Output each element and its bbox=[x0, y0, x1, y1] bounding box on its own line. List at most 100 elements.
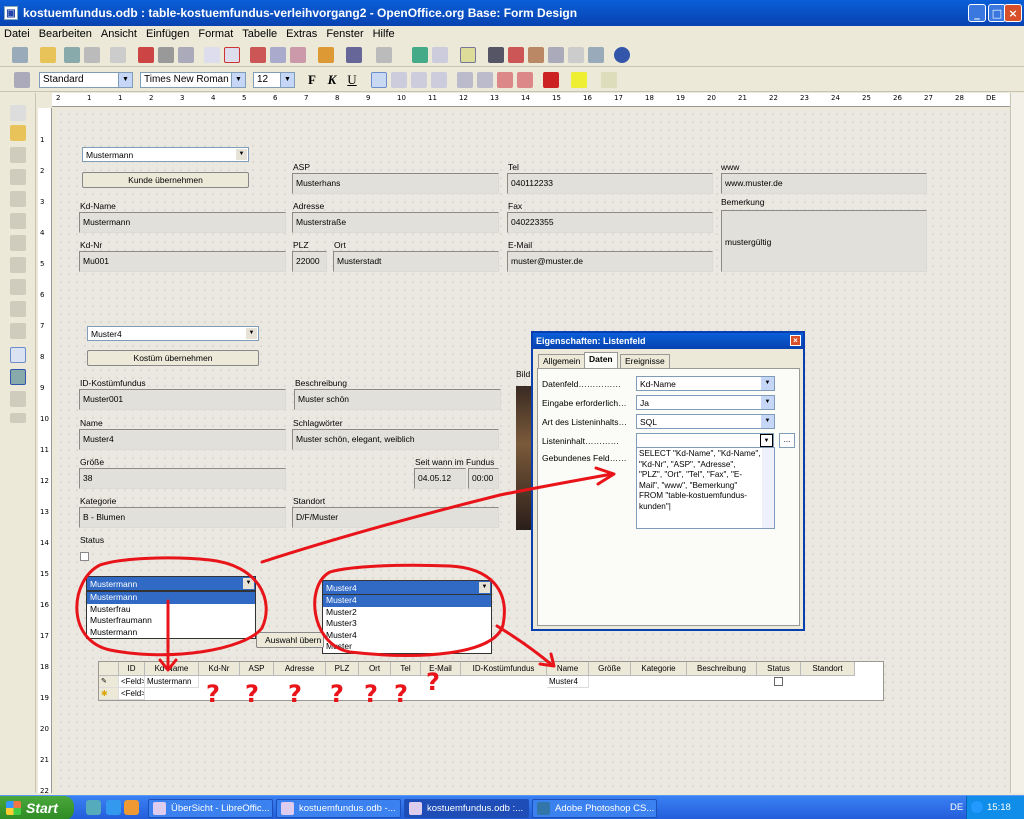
background-color-icon[interactable] bbox=[601, 72, 617, 88]
grid-header[interactable]: ID bbox=[119, 662, 145, 676]
taskbar-item-kostuemfundus-1[interactable]: kostuemfundus.odb -... bbox=[276, 799, 401, 818]
horizontal-ruler[interactable]: 2 1 1 2 3 4 5 6 7 8 9 10 11 12 13 14 15 16 17 18 19 20 21 22 23 2… bbox=[52, 93, 1012, 107]
draw-functions-icon[interactable] bbox=[460, 47, 476, 63]
schlagwoerter-field[interactable]: Muster schön, elegant, weiblich bbox=[292, 429, 499, 450]
grid-header[interactable]: Status bbox=[757, 662, 801, 676]
find-replace-icon[interactable] bbox=[488, 47, 504, 63]
vertical-ruler[interactable]: 1 2 3 4 5 6 7 8 9 10 11 12 13 14 15 16 17 18 19 20 21 22 bbox=[38, 108, 52, 793]
push-button-icon[interactable] bbox=[10, 235, 26, 251]
kunde-uebernehmen-button[interactable]: Kunde übernehmen bbox=[82, 172, 249, 188]
list-item[interactable]: Musterfraumann bbox=[87, 615, 255, 627]
sql-listeninhalt-textarea[interactable]: SELECT "Kd-Name", "Kd-Name", "Kd-Nr", "A… bbox=[636, 447, 775, 529]
menu-format[interactable]: Format bbox=[198, 28, 233, 40]
justify-icon[interactable] bbox=[431, 72, 447, 88]
quicklaunch-app-icon[interactable] bbox=[124, 800, 139, 815]
show-desktop-icon[interactable] bbox=[86, 800, 101, 815]
textarea-scrollbar[interactable] bbox=[762, 448, 774, 528]
table-cell[interactable]: Muster4 bbox=[547, 676, 589, 688]
help-icon[interactable] bbox=[614, 47, 630, 63]
name-field[interactable]: Muster4 bbox=[79, 429, 286, 450]
kostuem-listbox[interactable]: Muster4 ▼ bbox=[322, 580, 492, 595]
decrease-indent-icon[interactable] bbox=[497, 72, 513, 88]
tab-ereignisse[interactable]: Ereignisse bbox=[620, 354, 670, 368]
table-cell[interactable]: <Feld> bbox=[119, 676, 145, 688]
menu-ansicht[interactable]: Ansicht bbox=[101, 28, 137, 40]
status-cell-checkbox[interactable] bbox=[774, 677, 783, 686]
ort-field[interactable]: Musterstadt bbox=[333, 251, 499, 272]
status-checkbox[interactable] bbox=[80, 552, 89, 561]
font-color-icon[interactable] bbox=[543, 72, 559, 88]
print-icon[interactable] bbox=[158, 47, 174, 63]
kostuem-uebernehmen-button[interactable]: Kostüm übernehmen bbox=[87, 350, 259, 366]
table-cell[interactable]: <Feld> bbox=[119, 688, 145, 700]
redo-icon[interactable] bbox=[376, 47, 392, 63]
art-listeninhalt-select[interactable]: SQL ▼ bbox=[636, 414, 775, 429]
align-left-icon[interactable] bbox=[371, 72, 387, 88]
auswahl-uebernehmen-button[interactable]: Auswahl übern bbox=[256, 632, 324, 648]
grid-header[interactable]: ID-Kostümfundus bbox=[461, 662, 547, 676]
option-button-icon[interactable] bbox=[10, 257, 26, 273]
list-item[interactable]: Muster2 bbox=[323, 607, 491, 619]
gallery-icon[interactable] bbox=[528, 47, 544, 63]
kunde-listbox[interactable]: Mustermann ▼ bbox=[86, 576, 256, 591]
format-paintbrush-icon[interactable] bbox=[318, 47, 334, 63]
new-icon[interactable] bbox=[12, 47, 28, 63]
combo-box-icon[interactable] bbox=[10, 301, 26, 317]
font-name-select[interactable]: Times New Roman ▼ bbox=[140, 72, 246, 88]
taskbar-item-libreoffice[interactable]: ÜberSicht - LibreOffic... bbox=[148, 799, 273, 818]
text-box-icon[interactable] bbox=[10, 213, 26, 229]
tab-order-icon[interactable] bbox=[10, 391, 26, 407]
tab-allgemein[interactable]: Allgemein bbox=[538, 354, 586, 368]
grid-header[interactable]: Kd-Nr bbox=[199, 662, 240, 676]
grid-header[interactable]: Größe bbox=[589, 662, 631, 676]
bullets-icon[interactable] bbox=[477, 72, 493, 88]
paragraph-style-select[interactable]: Standard ▼ bbox=[39, 72, 133, 88]
hyperlink-icon[interactable] bbox=[412, 47, 428, 63]
asp-field[interactable]: Musterhans bbox=[292, 173, 499, 194]
edit-file-icon[interactable] bbox=[110, 47, 126, 63]
page-preview-icon[interactable] bbox=[178, 47, 194, 63]
table-icon[interactable] bbox=[432, 47, 448, 63]
www-field[interactable]: www.muster.de bbox=[721, 173, 927, 194]
paste-icon[interactable] bbox=[290, 47, 306, 63]
kostuem-select[interactable]: Muster4 ▼ bbox=[87, 326, 259, 341]
adresse-field[interactable]: Musterstraße bbox=[292, 212, 499, 233]
open-folder-icon[interactable] bbox=[40, 47, 56, 63]
font-size-select[interactable]: 12 ▼ bbox=[253, 72, 295, 88]
checkbox-icon[interactable] bbox=[10, 191, 26, 207]
id-kostuemfundus-field[interactable]: Muster001 bbox=[79, 389, 286, 410]
list-box-icon[interactable] bbox=[10, 279, 26, 295]
list-item[interactable]: Muster bbox=[323, 641, 491, 653]
tab-daten[interactable]: Daten bbox=[584, 352, 618, 368]
export-pdf-icon[interactable] bbox=[138, 47, 154, 63]
select-pointer-icon[interactable] bbox=[10, 105, 26, 121]
language-indicator[interactable]: DE bbox=[950, 802, 963, 813]
list-item[interactable]: Muster4 bbox=[323, 595, 491, 607]
styles-icon[interactable] bbox=[14, 72, 30, 88]
menu-hilfe[interactable]: Hilfe bbox=[373, 28, 395, 40]
email-field[interactable]: muster@muster.de bbox=[507, 251, 713, 272]
data-sources-icon[interactable] bbox=[548, 47, 564, 63]
groesse-field[interactable]: 38 bbox=[79, 468, 286, 489]
listeninhalt-select[interactable]: ▼ bbox=[636, 433, 774, 448]
grid-header[interactable]: PLZ bbox=[326, 662, 359, 676]
grid-header[interactable]: Name bbox=[547, 662, 589, 676]
undo-icon[interactable] bbox=[346, 47, 362, 63]
seit-wann-date-field[interactable]: 04.05.12 bbox=[414, 468, 466, 489]
close-icon[interactable]: × bbox=[790, 335, 801, 346]
italic-button[interactable]: K bbox=[324, 72, 340, 88]
grid-header[interactable]: ASP bbox=[240, 662, 274, 676]
taskbar-item-kostuemfundus-2[interactable]: kostuemfundus.odb :... bbox=[404, 799, 529, 818]
form-design-icon[interactable] bbox=[10, 369, 26, 385]
align-center-icon[interactable] bbox=[391, 72, 407, 88]
grid-header[interactable]: Standort bbox=[801, 662, 855, 676]
list-item[interactable]: Muster3 bbox=[323, 618, 491, 630]
wizards-on-icon[interactable] bbox=[10, 347, 26, 363]
grid-header[interactable]: Kd-Name bbox=[145, 662, 199, 676]
tel-field[interactable]: 040112233 bbox=[507, 173, 713, 194]
list-item[interactable]: Mustermann bbox=[87, 627, 255, 639]
bemerkung-field[interactable]: mustergültig bbox=[721, 210, 927, 272]
standort-field[interactable]: D/F/Muster bbox=[292, 507, 499, 528]
costume-image[interactable] bbox=[516, 386, 532, 530]
grid-header[interactable]: Adresse bbox=[274, 662, 326, 676]
